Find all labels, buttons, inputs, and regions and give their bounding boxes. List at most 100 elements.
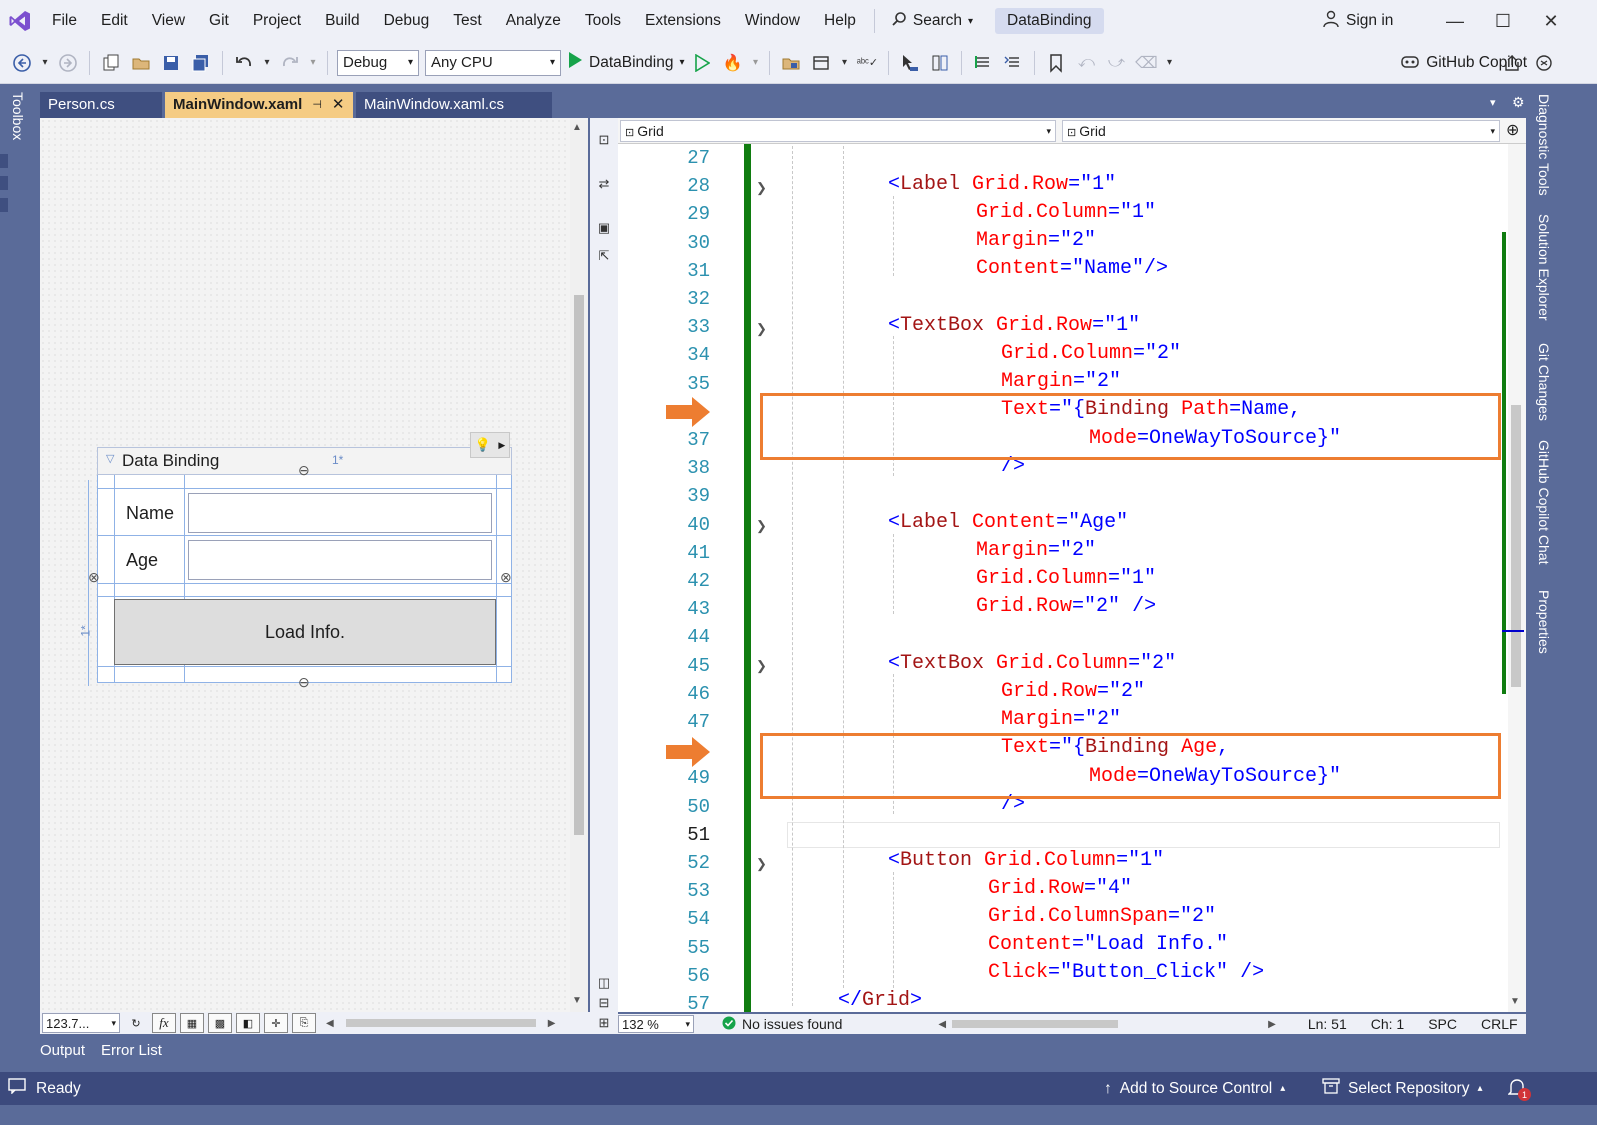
share-icon[interactable] bbox=[1500, 51, 1524, 75]
anchor-handle-icon[interactable]: ⊖ bbox=[298, 462, 310, 479]
properties-tab[interactable]: Properties bbox=[1536, 590, 1552, 654]
pin-icon[interactable]: ⊣ bbox=[312, 92, 322, 118]
toolbar-overflow-icon[interactable]: ▾ bbox=[1164, 51, 1174, 75]
chevron-down-icon[interactable]: ▾ bbox=[40, 51, 50, 75]
menu-file[interactable]: File bbox=[40, 0, 89, 42]
scroll-left-icon[interactable]: ◀ bbox=[326, 1018, 334, 1029]
spell-check-icon[interactable]: ᵃᵇᶜ✓ bbox=[855, 51, 879, 75]
project-code-icon[interactable]: ⎘ bbox=[292, 1013, 316, 1033]
feedback-icon[interactable] bbox=[1532, 51, 1556, 75]
save-icon[interactable] bbox=[159, 51, 183, 75]
toolbox-tab[interactable]: Toolbox bbox=[10, 92, 26, 140]
comment-icon[interactable] bbox=[971, 51, 995, 75]
menu-extensions[interactable]: Extensions bbox=[633, 0, 733, 42]
save-all-icon[interactable] bbox=[189, 51, 213, 75]
back-icon[interactable] bbox=[10, 51, 34, 75]
tab-mainwindow-xaml-cs[interactable]: MainWindow.xaml.cs bbox=[356, 92, 552, 118]
scroll-down-icon[interactable]: ▼ bbox=[1510, 996, 1520, 1007]
element-scope-dropdown[interactable]: ⊡ Grid ▾ bbox=[620, 120, 1056, 142]
collapse-pane-icon[interactable]: ⊡ bbox=[596, 132, 612, 148]
anchor-handle-icon[interactable]: ⊖ bbox=[298, 674, 310, 691]
redo-icon[interactable] bbox=[278, 51, 302, 75]
load-info-button[interactable]: Load Info. bbox=[114, 599, 496, 665]
solution-explorer-icon[interactable] bbox=[779, 51, 803, 75]
forward-icon[interactable] bbox=[56, 51, 80, 75]
name-textbox[interactable] bbox=[188, 493, 492, 533]
select-repository-button[interactable]: Select Repository ▴ bbox=[1322, 1078, 1483, 1099]
menu-build[interactable]: Build bbox=[313, 0, 371, 42]
column-indicator[interactable]: Ch: 1 bbox=[1371, 1016, 1404, 1032]
whitespace-indicator[interactable]: SPC bbox=[1428, 1016, 1457, 1032]
menu-tools[interactable]: Tools bbox=[573, 0, 633, 42]
vertical-split-icon[interactable]: ◫ bbox=[596, 975, 612, 991]
split-editor-icon[interactable]: ⊕ bbox=[1506, 120, 1519, 140]
designer-horizontal-scroll-thumb[interactable] bbox=[345, 1019, 536, 1027]
sign-in-button[interactable]: Sign in bbox=[1322, 0, 1393, 42]
start-without-debugging-icon[interactable] bbox=[690, 51, 714, 75]
fold-chevron-icon[interactable]: ❯ bbox=[756, 658, 767, 674]
menu-project[interactable]: Project bbox=[241, 0, 313, 42]
clear-bookmarks-icon[interactable]: ⌫ bbox=[1134, 51, 1158, 75]
quick-actions-button[interactable]: 💡 ▶ bbox=[470, 432, 510, 458]
solution-explorer-tab[interactable]: Solution Explorer bbox=[1536, 214, 1552, 321]
popout-xaml-icon[interactable]: ⇱ bbox=[596, 248, 612, 264]
element-member-dropdown[interactable]: ⊡ Grid ▾ bbox=[1062, 120, 1500, 142]
settings-gear-icon[interactable]: ⚙ bbox=[1512, 94, 1525, 111]
editor-zoom-dropdown[interactable]: 132 % ▾ bbox=[618, 1015, 694, 1033]
fold-chevron-icon[interactable]: ❯ bbox=[756, 321, 767, 337]
horizontal-split-icon[interactable]: ⊟ bbox=[596, 995, 612, 1011]
platform-dropdown[interactable]: Any CPU ▾ bbox=[425, 49, 561, 76]
close-icon[interactable]: ✕ bbox=[332, 92, 345, 118]
scroll-up-icon[interactable]: ▲ bbox=[572, 122, 582, 133]
output-tab[interactable]: Output bbox=[40, 1042, 85, 1059]
issues-indicator[interactable]: No issues found bbox=[722, 1016, 842, 1033]
open-folder-icon[interactable] bbox=[129, 51, 153, 75]
add-to-source-control-button[interactable]: ↑ Add to Source Control ▴ bbox=[1104, 1080, 1285, 1098]
fold-chevron-icon[interactable]: ❯ bbox=[756, 856, 767, 872]
chevron-down-icon[interactable]: ▾ bbox=[750, 51, 760, 75]
swap-panes-icon[interactable]: ⇄ bbox=[596, 176, 612, 192]
diagnostic-tools-tab[interactable]: Diagnostic Tools bbox=[1536, 94, 1552, 196]
fold-chevron-icon[interactable]: ❯ bbox=[756, 180, 767, 196]
anchor-link-icon[interactable]: ⊗ bbox=[500, 569, 512, 586]
scroll-left-icon[interactable]: ◀ bbox=[938, 1019, 946, 1030]
menu-help[interactable]: Help bbox=[812, 0, 868, 42]
configuration-dropdown[interactable]: Debug ▾ bbox=[337, 49, 419, 76]
hot-reload-icon[interactable]: 🔥 bbox=[720, 51, 744, 75]
scroll-right-icon[interactable]: ▶ bbox=[548, 1018, 556, 1029]
start-debugging-button[interactable]: DataBinding ▾ bbox=[567, 51, 684, 74]
previous-bookmark-icon[interactable]: ⤺ bbox=[1074, 51, 1098, 75]
uncomment-icon[interactable] bbox=[1001, 51, 1025, 75]
new-project-icon[interactable] bbox=[99, 51, 123, 75]
chevron-down-icon[interactable]: ▾ bbox=[839, 51, 849, 75]
layout-adorners-icon[interactable] bbox=[928, 51, 952, 75]
window-layout-icon[interactable] bbox=[809, 51, 833, 75]
git-changes-tab[interactable]: Git Changes bbox=[1536, 343, 1552, 421]
fold-chevron-icon[interactable]: ❯ bbox=[756, 518, 767, 534]
minimize-button[interactable]: — bbox=[1432, 0, 1478, 42]
editor-horizontal-scroll-thumb[interactable] bbox=[952, 1020, 1119, 1028]
menu-view[interactable]: View bbox=[140, 0, 197, 42]
menu-test[interactable]: Test bbox=[441, 0, 493, 42]
line-indicator[interactable]: Ln: 51 bbox=[1308, 1016, 1347, 1032]
line-ending-indicator[interactable]: CRLF bbox=[1481, 1016, 1518, 1032]
anchor-link-icon[interactable]: ⊗ bbox=[88, 569, 100, 586]
maximize-button[interactable]: ☐ bbox=[1480, 0, 1526, 42]
error-list-tab[interactable]: Error List bbox=[101, 1042, 162, 1059]
select-element-icon[interactable] bbox=[898, 51, 922, 75]
tab-person-cs[interactable]: Person.cs bbox=[40, 92, 162, 118]
next-bookmark-icon[interactable]: ⤻ bbox=[1104, 51, 1128, 75]
chevron-down-icon[interactable]: ▾ bbox=[262, 51, 272, 75]
menu-window[interactable]: Window bbox=[733, 0, 812, 42]
effects-fx-icon[interactable]: fx bbox=[152, 1013, 176, 1033]
designer-zoom-dropdown[interactable]: 123.7... ▾ bbox=[42, 1013, 120, 1033]
age-textbox[interactable] bbox=[188, 540, 492, 580]
close-button[interactable]: ✕ bbox=[1528, 0, 1574, 42]
snap-gridlines-icon[interactable]: ▩ bbox=[208, 1013, 232, 1033]
scroll-down-icon[interactable]: ▼ bbox=[572, 995, 582, 1006]
chevron-down-icon[interactable]: ▾ bbox=[308, 51, 318, 75]
designer-scroll-thumb[interactable] bbox=[574, 295, 584, 835]
github-copilot-chat-tab[interactable]: GitHub Copilot Chat bbox=[1536, 440, 1552, 565]
editor-scroll-thumb[interactable] bbox=[1511, 405, 1521, 687]
pane-mode-icon[interactable]: ▣ bbox=[596, 220, 612, 236]
